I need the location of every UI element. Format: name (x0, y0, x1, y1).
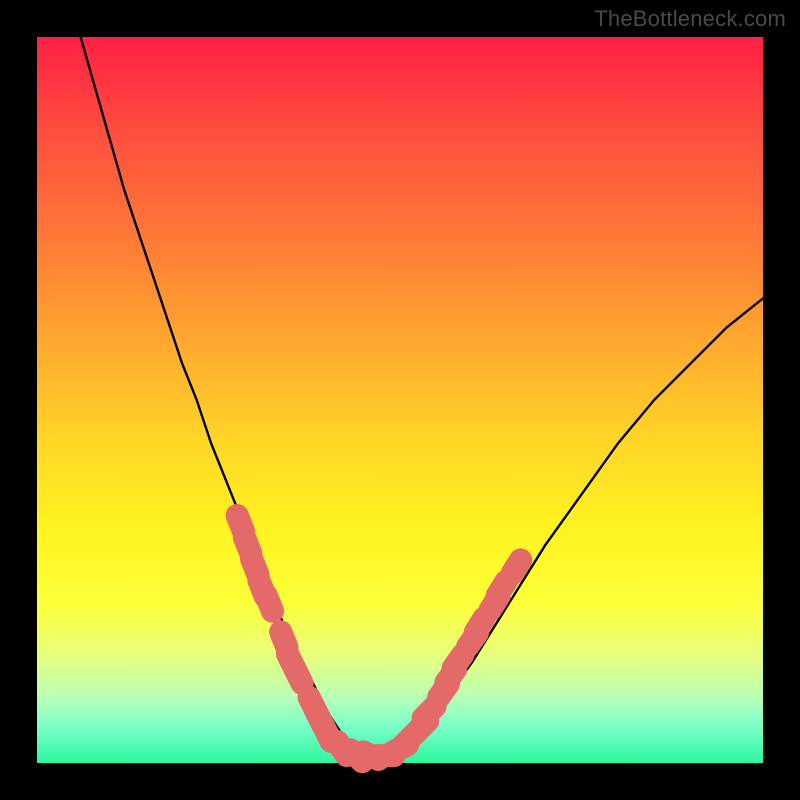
marker-group (222, 501, 536, 779)
plot-area (37, 37, 763, 763)
chart-frame: TheBottleneck.com (0, 0, 800, 800)
bottleneck-curve (81, 37, 763, 756)
curve-svg (37, 37, 763, 763)
watermark-text: TheBottleneck.com (594, 6, 786, 32)
